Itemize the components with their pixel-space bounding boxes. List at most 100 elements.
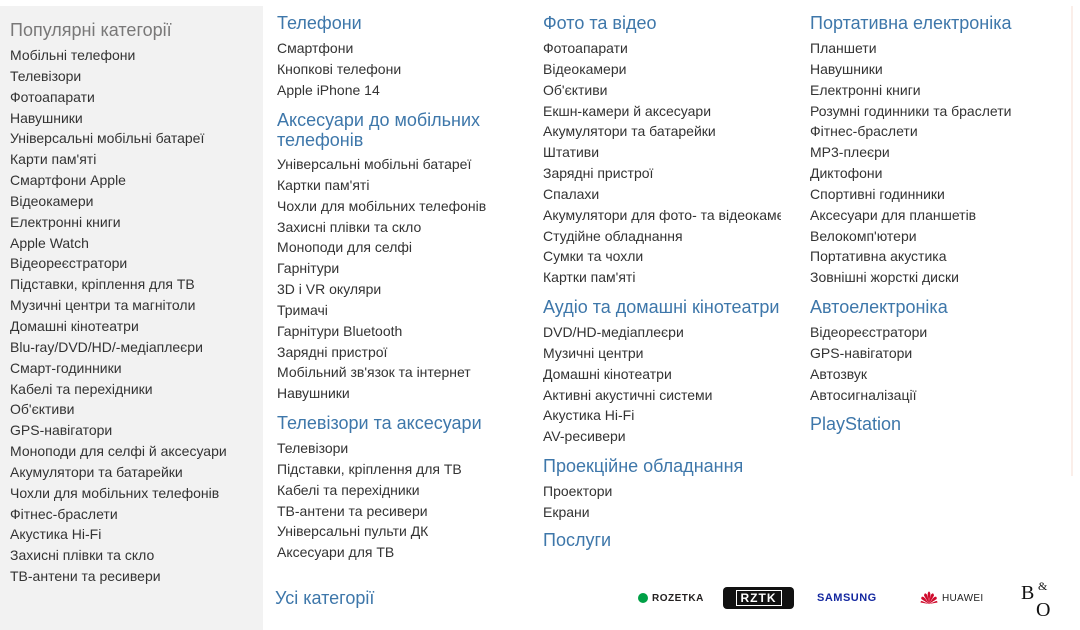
category-link[interactable]: Акумулятори для фото- та відеокамер bbox=[543, 205, 781, 226]
popular-category-link[interactable]: Blu-ray/DVD/HD/-медіаплеєри bbox=[10, 337, 227, 358]
category-link[interactable]: Акустика Hi-Fi bbox=[543, 405, 779, 426]
category-link[interactable]: Кнопкові телефони bbox=[277, 59, 401, 80]
popular-category-link[interactable]: Фітнес-браслети bbox=[10, 504, 227, 525]
category-link[interactable]: Аксесуари для планшетів bbox=[810, 205, 1012, 226]
popular-category-link[interactable]: Акумулятори та батарейки bbox=[10, 462, 227, 483]
popular-category-link[interactable]: Об'єктиви bbox=[10, 399, 227, 420]
category-link[interactable]: Підставки, кріплення для ТВ bbox=[277, 459, 482, 480]
category-link[interactable]: Електронні книги bbox=[810, 80, 1012, 101]
category-link[interactable]: AV-ресивери bbox=[543, 426, 779, 447]
category-link[interactable]: Портативна акустика bbox=[810, 246, 1012, 267]
popular-category-link[interactable]: Телевізори bbox=[10, 66, 227, 87]
category-link[interactable]: Чохли для мобільних телефонів bbox=[277, 196, 492, 217]
popular-category-link[interactable]: Навушники bbox=[10, 108, 227, 129]
category-link[interactable]: DVD/HD-медіаплеєри bbox=[543, 322, 779, 343]
bang-olufsen-logo: B & O bbox=[1021, 579, 1050, 618]
category-link[interactable]: Зарядні пристрої bbox=[543, 163, 781, 184]
category-link[interactable]: Відеореєстратори bbox=[810, 322, 948, 343]
popular-category-link[interactable]: Електронні книги bbox=[10, 212, 227, 233]
popular-category-link[interactable]: Відеокамери bbox=[10, 191, 227, 212]
category-link[interactable]: Акумулятори та батарейки bbox=[543, 121, 781, 142]
popular-category-link[interactable]: Чохли для мобільних телефонів bbox=[10, 483, 227, 504]
popular-category-link[interactable]: Моноподи для селфі й аксесуари bbox=[10, 441, 227, 462]
group-title[interactable]: Аудіо та домашні кінотеатри bbox=[543, 297, 779, 318]
category-link[interactable]: Кабелі та перехідники bbox=[277, 480, 482, 501]
popular-category-link[interactable]: Смартфони Apple bbox=[10, 170, 227, 191]
category-link[interactable]: Телевізори bbox=[277, 438, 482, 459]
category-link[interactable]: Зарядні пристрої bbox=[277, 342, 492, 363]
popular-category-link[interactable]: Відеореєстратори bbox=[10, 253, 227, 274]
popular-category-link[interactable]: ТВ-антени та ресивери bbox=[10, 566, 227, 587]
popular-category-link[interactable]: Акустика Hi-Fi bbox=[10, 524, 227, 545]
category-link[interactable]: GPS-навігатори bbox=[810, 343, 948, 364]
popular-category-link[interactable]: Кабелі та перехідники bbox=[10, 379, 227, 400]
group-title[interactable]: Фото та відео bbox=[543, 13, 781, 34]
category-link[interactable]: Фотоапарати bbox=[543, 38, 781, 59]
category-link[interactable]: Спалахи bbox=[543, 184, 781, 205]
category-link[interactable]: Аксесуари для ТВ bbox=[277, 542, 482, 563]
group-title[interactable]: Автоелектроніка bbox=[810, 297, 948, 318]
category-link[interactable]: Моноподи для селфі bbox=[277, 237, 492, 258]
group-title[interactable]: Портативна електроніка bbox=[810, 13, 1012, 34]
category-link[interactable]: Проектори bbox=[543, 481, 743, 502]
category-link[interactable]: Відеокамери bbox=[543, 59, 781, 80]
group-title[interactable]: Аксесуари до мобільних телефонів bbox=[277, 110, 492, 150]
popular-category-link[interactable]: Підставки, кріплення для ТВ bbox=[10, 274, 227, 295]
category-link[interactable]: Гарнітури bbox=[277, 258, 492, 279]
category-link[interactable]: Автозвук bbox=[810, 364, 948, 385]
category-link[interactable]: Об'єктиви bbox=[543, 80, 781, 101]
group-title[interactable]: PlayStation bbox=[810, 414, 901, 435]
category-link[interactable]: Зовнішні жорсткі диски bbox=[810, 267, 1012, 288]
category-link[interactable]: MP3-плеєри bbox=[810, 142, 1012, 163]
category-link[interactable]: Розумні годинники та браслети bbox=[810, 101, 1012, 122]
category-link[interactable]: Студійне обладнання bbox=[543, 226, 781, 247]
popular-category-link[interactable]: Apple Watch bbox=[10, 233, 227, 254]
category-link[interactable]: Спортивні годинники bbox=[810, 184, 1012, 205]
popular-category-link[interactable]: Карти пам'яті bbox=[10, 149, 227, 170]
group-title[interactable]: Послуги bbox=[543, 530, 611, 551]
category-link[interactable]: ТВ-антени та ресивери bbox=[277, 501, 482, 522]
brand-huawei[interactable]: HUAWEI bbox=[920, 589, 983, 607]
popular-category-link[interactable]: GPS-навігатори bbox=[10, 420, 227, 441]
popular-category-link[interactable]: Універсальні мобільні батареї bbox=[10, 128, 227, 149]
group-title[interactable]: Проекційне обладнання bbox=[543, 456, 743, 477]
category-link[interactable]: Екшн-камери й аксесуари bbox=[543, 101, 781, 122]
category-link[interactable]: Екрани bbox=[543, 502, 743, 523]
brand-rozetka[interactable]: ROZETKA bbox=[638, 589, 704, 607]
category-link[interactable]: Apple iPhone 14 bbox=[277, 80, 401, 101]
category-link[interactable]: Смартфони bbox=[277, 38, 401, 59]
category-link[interactable]: 3D і VR окуляри bbox=[277, 279, 492, 300]
category-link[interactable]: Картки пам'яті bbox=[543, 267, 781, 288]
category-link[interactable]: Картки пам'яті bbox=[277, 175, 492, 196]
group-title[interactable]: Телевізори та аксесуари bbox=[277, 413, 482, 434]
category-link[interactable]: Музичні центри bbox=[543, 343, 779, 364]
category-link[interactable]: Фітнес-браслети bbox=[810, 121, 1012, 142]
category-link[interactable]: Універсальні мобільні батареї bbox=[277, 154, 492, 175]
category-link[interactable]: Захисні плівки та скло bbox=[277, 217, 492, 238]
category-link[interactable]: Тримачі bbox=[277, 300, 492, 321]
popular-category-link[interactable]: Смарт-годинники bbox=[10, 358, 227, 379]
category-link[interactable]: Домашні кінотеатри bbox=[543, 364, 779, 385]
popular-category-link[interactable]: Музичні центри та магнітоли bbox=[10, 295, 227, 316]
category-link[interactable]: Штативи bbox=[543, 142, 781, 163]
category-link[interactable]: Автосигналізації bbox=[810, 385, 948, 406]
category-link[interactable]: Універсальні пульти ДК bbox=[277, 521, 482, 542]
category-link[interactable]: Планшети bbox=[810, 38, 1012, 59]
group-title[interactable]: Телефони bbox=[277, 13, 401, 34]
category-link[interactable]: Сумки та чохли bbox=[543, 246, 781, 267]
category-link[interactable]: Гарнітури Bluetooth bbox=[277, 321, 492, 342]
popular-category-link[interactable]: Фотоапарати bbox=[10, 87, 227, 108]
popular-category-link[interactable]: Домашні кінотеатри bbox=[10, 316, 227, 337]
category-link[interactable]: Мобільний зв'язок та інтернет bbox=[277, 362, 492, 383]
popular-category-link[interactable]: Мобільні телефони bbox=[10, 45, 227, 66]
brand-samsung[interactable]: SAMSUNG bbox=[817, 590, 877, 606]
category-link[interactable]: Диктофони bbox=[810, 163, 1012, 184]
brand-bang-olufsen[interactable]: B & O bbox=[1019, 578, 1057, 618]
category-link[interactable]: Навушники bbox=[277, 383, 492, 404]
category-link[interactable]: Активні акустичні системи bbox=[543, 385, 779, 406]
category-link[interactable]: Велокомп'ютери bbox=[810, 226, 1012, 247]
all-categories-link[interactable]: Усі категорії bbox=[275, 587, 374, 609]
popular-category-link[interactable]: Захисні плівки та скло bbox=[10, 545, 227, 566]
category-link[interactable]: Навушники bbox=[810, 59, 1012, 80]
brand-rztk[interactable]: RZTK bbox=[723, 587, 794, 609]
